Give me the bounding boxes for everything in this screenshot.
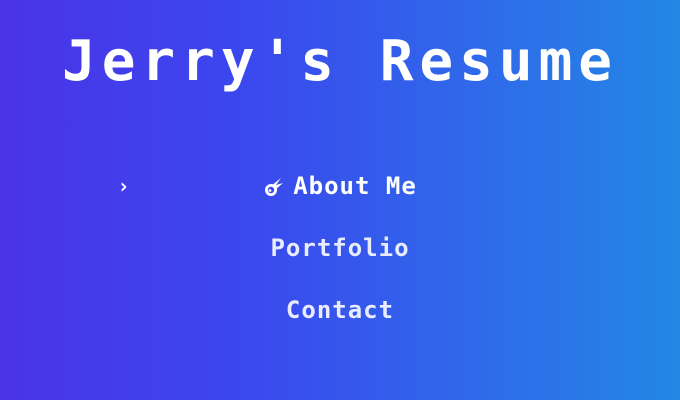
menu-item-label: About Me: [293, 172, 417, 200]
menu-item-contact[interactable]: Contact: [0, 290, 680, 330]
page-title: Jerry's Resume: [61, 29, 618, 94]
menu-item-portfolio[interactable]: Portfolio: [0, 228, 680, 268]
meteor-icon: [263, 169, 285, 196]
menu-item-label: Contact: [285, 296, 395, 324]
selection-cursor-icon: ›: [117, 174, 131, 198]
menu-item-label: Portfolio: [270, 234, 410, 262]
menu-item-about-me[interactable]: › About Me: [0, 166, 680, 206]
